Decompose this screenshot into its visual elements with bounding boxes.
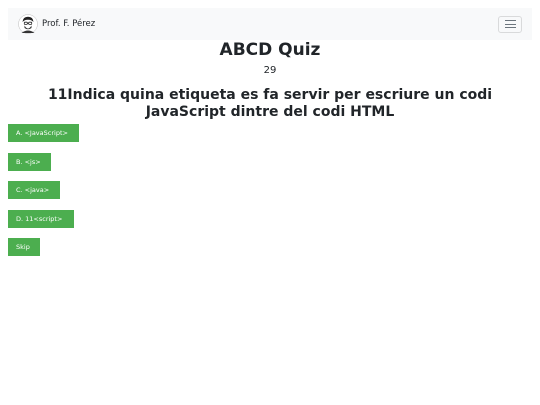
answer-c-button[interactable]: C. <java>	[8, 181, 60, 199]
skip-button[interactable]: Skip	[8, 238, 40, 256]
quiz-title: ABCD Quiz	[219, 40, 321, 60]
professor-avatar-icon	[18, 14, 38, 34]
hamburger-menu-icon	[504, 26, 516, 28]
answer-a-button[interactable]: A. <JavaScript>	[8, 124, 79, 142]
navbar: Prof. F. Pérez	[8, 8, 532, 40]
brand-name: Prof. F. Pérez	[42, 19, 96, 29]
answer-b-button[interactable]: B. <js>	[8, 153, 51, 171]
hamburger-menu-icon	[504, 20, 516, 22]
question-text: 11Indica quina etiqueta es fa servir per…	[47, 87, 493, 120]
brand-link[interactable]: Prof. F. Pérez	[18, 14, 95, 34]
answer-d-button[interactable]: D. 11<script>	[8, 210, 74, 228]
navbar-toggler-button[interactable]	[498, 15, 522, 33]
hamburger-menu-icon	[504, 23, 516, 25]
question-counter: 29	[263, 65, 277, 76]
